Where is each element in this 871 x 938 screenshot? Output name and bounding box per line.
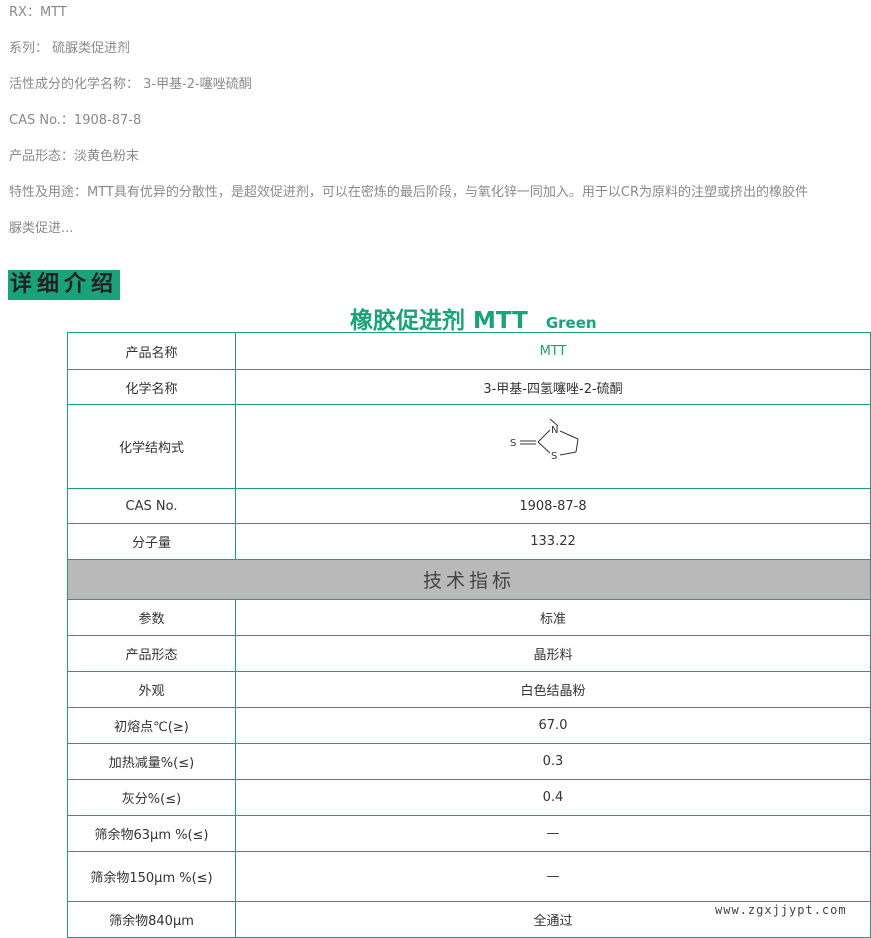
table-row: 产品形态 晶形料	[67, 635, 871, 672]
table-row: 外观 白色结晶粉	[67, 671, 871, 708]
site-watermark: www.zgxjjypt.com	[715, 903, 847, 917]
row-label: 化学结构式	[67, 404, 236, 489]
row-label: 外观	[67, 671, 236, 708]
table-row: 化学结构式 S N S	[67, 404, 871, 489]
product-title-sub: Green	[545, 314, 597, 332]
row-value: 晶形料	[235, 635, 871, 672]
row-value: MTT	[235, 332, 871, 370]
row-value: 0.3	[235, 743, 871, 780]
row-value: —	[235, 851, 871, 902]
row-label: 产品名称	[67, 332, 236, 370]
usage-line: 特性及用途：MTT具有优异的分散性，是超效促进剂，可以在密炼的最后阶段，与氧化锌…	[9, 185, 808, 200]
row-label: 分子量	[67, 523, 236, 560]
row-label: 化学名称	[67, 369, 236, 405]
section-heading: 详细介绍	[8, 270, 121, 300]
cas-line: CAS No.：1908-87-8	[9, 113, 142, 128]
table-row: 初熔点℃(≥) 67.0	[67, 707, 871, 744]
row-value: 133.22	[235, 523, 871, 560]
rx-line: RX：MTT	[9, 5, 67, 20]
table-row: 参数 标准	[67, 599, 871, 636]
spec-table: 产品名称 MTT 化学名称 3-甲基-四氢噻唑-2-硫酮 化学结构式 S N S…	[67, 332, 871, 938]
table-row: 化学名称 3-甲基-四氢噻唑-2-硫酮	[67, 369, 871, 405]
atom-label: N	[551, 425, 558, 436]
chemical-name-line: 活性成分的化学名称： 3-甲基-2-噻唑硫酮	[9, 77, 252, 92]
row-label: 参数	[67, 599, 236, 636]
table-row: 筛余物63μm %(≤) —	[67, 815, 871, 852]
row-value: 1908-87-8	[235, 488, 871, 524]
row-value: 0.4	[235, 779, 871, 816]
row-label: 筛余物840μm	[67, 901, 236, 938]
table-row: 分子量 133.22	[67, 523, 871, 560]
row-label: 初熔点℃(≥)	[67, 707, 236, 744]
table-row: 产品名称 MTT	[67, 332, 871, 370]
usage-line-continued: 脲类促进...	[9, 221, 74, 236]
series-line: 系列： 硫脲类促进剂	[9, 41, 131, 56]
structure-cell: S N S	[235, 404, 871, 489]
row-label: 产品形态	[67, 635, 236, 672]
row-label: 筛余物150μm %(≤)	[67, 851, 236, 902]
row-label: CAS No.	[67, 488, 236, 524]
product-title: 橡胶促进剂 MTT Green	[350, 301, 597, 335]
product-title-main: 橡胶促进剂 MTT	[350, 308, 528, 334]
row-value: 3-甲基-四氢噻唑-2-硫酮	[235, 369, 871, 405]
tech-spec-header: 技术指标	[67, 559, 871, 600]
chemical-structure-diagram: S N S	[510, 418, 579, 462]
row-label: 加热减量%(≤)	[67, 743, 236, 780]
tech-spec-header-row: 技术指标	[67, 559, 871, 600]
table-row: 筛余物150μm %(≤) —	[67, 851, 871, 902]
row-value: 标准	[235, 599, 871, 636]
atom-label: S	[551, 451, 557, 462]
row-label: 筛余物63μm %(≤)	[67, 815, 236, 852]
row-label: 灰分%(≤)	[67, 779, 236, 816]
table-row: 加热减量%(≤) 0.3	[67, 743, 871, 780]
table-row: 灰分%(≤) 0.4	[67, 779, 871, 816]
row-value: —	[235, 815, 871, 852]
atom-label: S	[510, 438, 516, 449]
row-value: 67.0	[235, 707, 871, 744]
table-row: CAS No. 1908-87-8	[67, 488, 871, 524]
row-value: 白色结晶粉	[235, 671, 871, 708]
form-line: 产品形态：淡黄色粉末	[9, 149, 140, 164]
